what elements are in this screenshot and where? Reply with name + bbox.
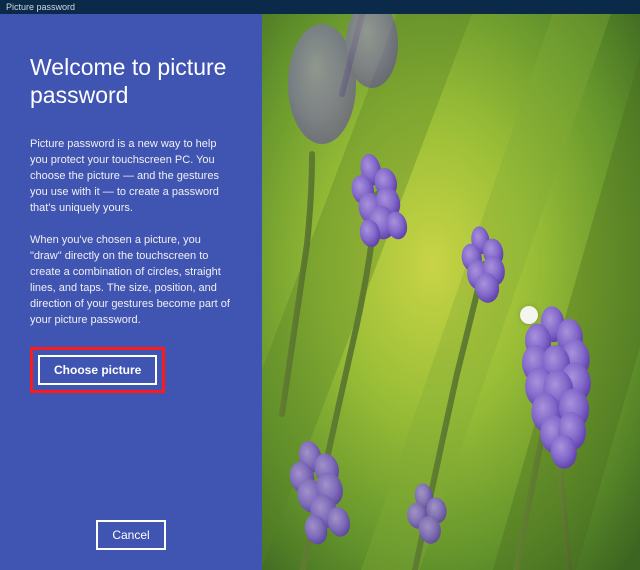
cancel-button[interactable]: Cancel <box>96 520 165 550</box>
left-panel: Welcome to picture password Picture pass… <box>0 14 262 570</box>
choose-picture-button[interactable]: Choose picture <box>38 355 157 385</box>
intro-paragraph-1: Picture password is a new way to help yo… <box>30 137 232 217</box>
picture-password-window: Picture password Welcome to picture pass… <box>0 0 640 570</box>
lavender-image <box>262 14 640 570</box>
titlebar: Picture password <box>0 0 640 14</box>
intro-paragraph-2: When you've chosen a picture, you "draw"… <box>30 233 232 329</box>
picture-preview <box>262 14 640 570</box>
window-title: Picture password <box>6 2 75 12</box>
cancel-wrap: Cancel <box>0 520 262 550</box>
page-title: Welcome to picture password <box>30 54 232 109</box>
gesture-cursor-dot <box>520 306 538 324</box>
highlight-annotation: Choose picture <box>30 347 165 393</box>
content-area: Welcome to picture password Picture pass… <box>0 14 640 570</box>
